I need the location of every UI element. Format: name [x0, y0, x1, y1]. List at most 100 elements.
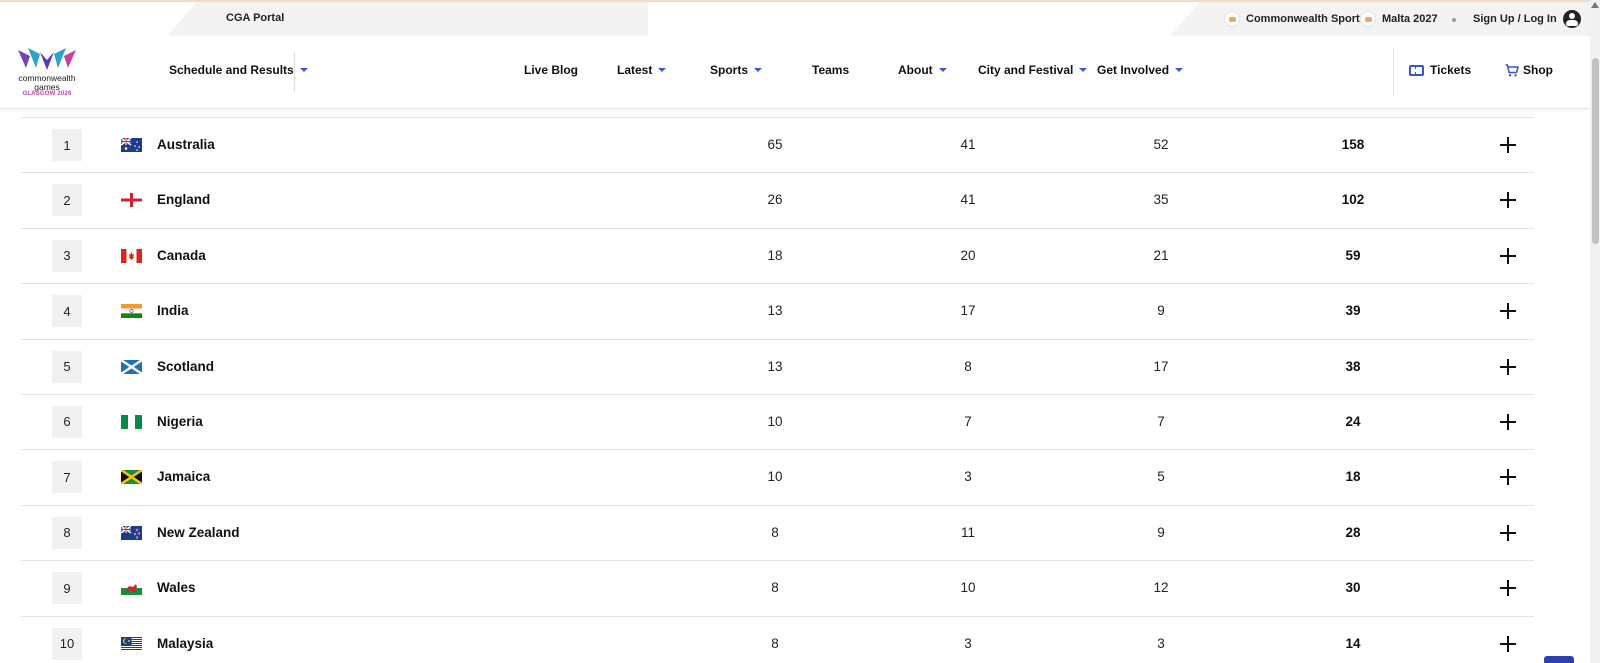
- bronze-count: 17: [1153, 358, 1169, 374]
- rank-badge: 8: [52, 516, 82, 549]
- country-name[interactable]: Australia: [157, 137, 215, 152]
- bronze-count: 3: [1157, 635, 1165, 651]
- total-count: 14: [1345, 635, 1361, 651]
- bronze-count: 9: [1157, 303, 1165, 319]
- rank-badge: 3: [52, 239, 82, 272]
- table-row[interactable]: 2 England 26 41 35 102: [21, 172, 1534, 227]
- expand-plus-icon[interactable]: [1498, 634, 1518, 654]
- scotland-flag-icon: [121, 359, 142, 374]
- expand-plus-icon[interactable]: [1498, 246, 1518, 266]
- nav-teams-label: Teams: [812, 63, 850, 77]
- table-row[interactable]: 6 Nigeria 10 7 7 24: [21, 393, 1534, 449]
- country-name[interactable]: India: [157, 303, 189, 318]
- malta-2027-link[interactable]: Malta 2027: [1360, 11, 1438, 27]
- england-flag-icon: [121, 193, 142, 208]
- shop-link[interactable]: Shop: [1505, 63, 1553, 77]
- silver-count: 41: [960, 192, 976, 208]
- gold-count: 10: [767, 413, 783, 429]
- country-name[interactable]: England: [157, 192, 210, 207]
- table-row[interactable]: 1 Australia 65 41 52 158: [21, 117, 1534, 172]
- canada-flag-icon: [121, 248, 142, 263]
- rank-badge: 10: [52, 627, 82, 660]
- scrollbar-thumb[interactable]: [1592, 58, 1599, 244]
- rank-badge: 1: [52, 129, 82, 161]
- utility-bar: CGA Portal Commonwealth Sport Malta 2027…: [0, 0, 1590, 36]
- expand-plus-icon[interactable]: [1498, 412, 1518, 432]
- gold-count: 8: [771, 524, 779, 540]
- total-count: 18: [1345, 469, 1361, 485]
- nav-city-and-festival[interactable]: City and Festival: [978, 63, 1088, 77]
- rank-badge: 2: [52, 184, 82, 217]
- nav-live-blog[interactable]: Live Blog: [524, 63, 578, 77]
- chevron-down-icon: [938, 68, 947, 72]
- logo-line-3: GLASGOW 2026: [22, 91, 72, 97]
- utility-bar-left: CGA Portal: [168, 2, 648, 36]
- nav-involved-label: Get Involved: [1097, 63, 1170, 77]
- nav-latest[interactable]: Latest: [617, 63, 667, 77]
- cart-icon: [1505, 63, 1519, 76]
- nav-about[interactable]: About: [898, 63, 947, 77]
- table-row[interactable]: 8 New Zealand 8 11 9 28: [21, 504, 1534, 560]
- malaysia-flag-icon: [121, 636, 142, 651]
- rank-badge: 4: [52, 295, 82, 328]
- bronze-count: 52: [1153, 137, 1169, 152]
- table-row[interactable]: 3 Canada 18 20 21 59: [21, 227, 1534, 283]
- nav-divider: [294, 52, 295, 92]
- table-row[interactable]: 4 India 13 17 9 39: [21, 283, 1534, 338]
- nav-teams[interactable]: Teams: [812, 63, 849, 77]
- table-row[interactable]: 5 Scotland 13 8 17 38: [21, 338, 1534, 394]
- expand-plus-icon[interactable]: [1498, 190, 1518, 210]
- nav-get-involved[interactable]: Get Involved: [1097, 63, 1184, 77]
- country-name[interactable]: Wales: [157, 580, 196, 595]
- silver-count: 11: [960, 524, 975, 540]
- expand-plus-icon[interactable]: [1498, 357, 1518, 377]
- medal-table: 1 Australia 65 41 52 158 2 England 26 41…: [21, 117, 1534, 663]
- table-row[interactable]: 10 Malaysia 8 3 3 14: [21, 615, 1534, 663]
- country-name[interactable]: New Zealand: [157, 525, 240, 540]
- sign-in-link[interactable]: Sign Up / Log In: [1473, 10, 1581, 28]
- nigeria-flag-icon: [121, 414, 142, 429]
- scroll-up-arrow-icon[interactable]: [1591, 2, 1599, 8]
- nav-city-label: City and Festival: [978, 63, 1074, 77]
- silver-count: 41: [960, 137, 976, 152]
- cga-portal-link[interactable]: CGA Portal: [226, 12, 284, 24]
- nav-live-blog-label: Live Blog: [524, 63, 579, 77]
- nav-sports[interactable]: Sports: [710, 63, 763, 77]
- silver-count: 17: [960, 303, 976, 319]
- rank-badge: 6: [52, 405, 82, 438]
- table-row[interactable]: 7 Jamaica 10 3 5 18: [21, 449, 1534, 504]
- gold-count: 26: [767, 192, 783, 208]
- commonwealth-games-logo[interactable]: commonwealth games GLASGOW 2026: [14, 46, 80, 98]
- tickets-label: Tickets: [1430, 63, 1472, 77]
- total-count: 102: [1341, 192, 1365, 208]
- bronze-count: 9: [1157, 524, 1165, 540]
- nav-schedule-and-results[interactable]: Schedule and Results: [169, 63, 308, 77]
- chat-widget-button[interactable]: [1544, 656, 1574, 663]
- chevron-down-icon: [1079, 68, 1088, 72]
- total-count: 28: [1345, 524, 1361, 540]
- commonwealth-sport-link[interactable]: Commonwealth Sport: [1224, 11, 1360, 27]
- gold-count: 8: [771, 580, 779, 596]
- expand-plus-icon[interactable]: [1498, 135, 1518, 155]
- main-header: commonwealth games GLASGOW 2026 Schedule…: [0, 36, 1590, 109]
- expand-plus-icon[interactable]: [1498, 578, 1518, 598]
- table-row[interactable]: 9 Wales 8 10 12 30: [21, 560, 1534, 615]
- nav-sports-label: Sports: [710, 63, 749, 77]
- nav-divider: [1393, 48, 1394, 96]
- total-count: 24: [1345, 413, 1361, 429]
- expand-plus-icon[interactable]: [1498, 301, 1518, 321]
- expand-plus-icon[interactable]: [1498, 467, 1518, 487]
- silver-count: 3: [964, 469, 972, 485]
- tickets-link[interactable]: Tickets: [1409, 63, 1471, 77]
- country-name[interactable]: Canada: [157, 248, 206, 263]
- bronze-count: 5: [1157, 469, 1165, 485]
- shop-label: Shop: [1523, 63, 1553, 77]
- ticket-icon: [1409, 64, 1424, 76]
- country-name[interactable]: Scotland: [157, 359, 214, 374]
- user-account-icon: [1562, 10, 1581, 28]
- expand-plus-icon[interactable]: [1498, 523, 1518, 543]
- gold-count: 65: [767, 137, 783, 152]
- country-name[interactable]: Malaysia: [157, 636, 213, 651]
- country-name[interactable]: Jamaica: [157, 469, 210, 484]
- country-name[interactable]: Nigeria: [157, 414, 203, 429]
